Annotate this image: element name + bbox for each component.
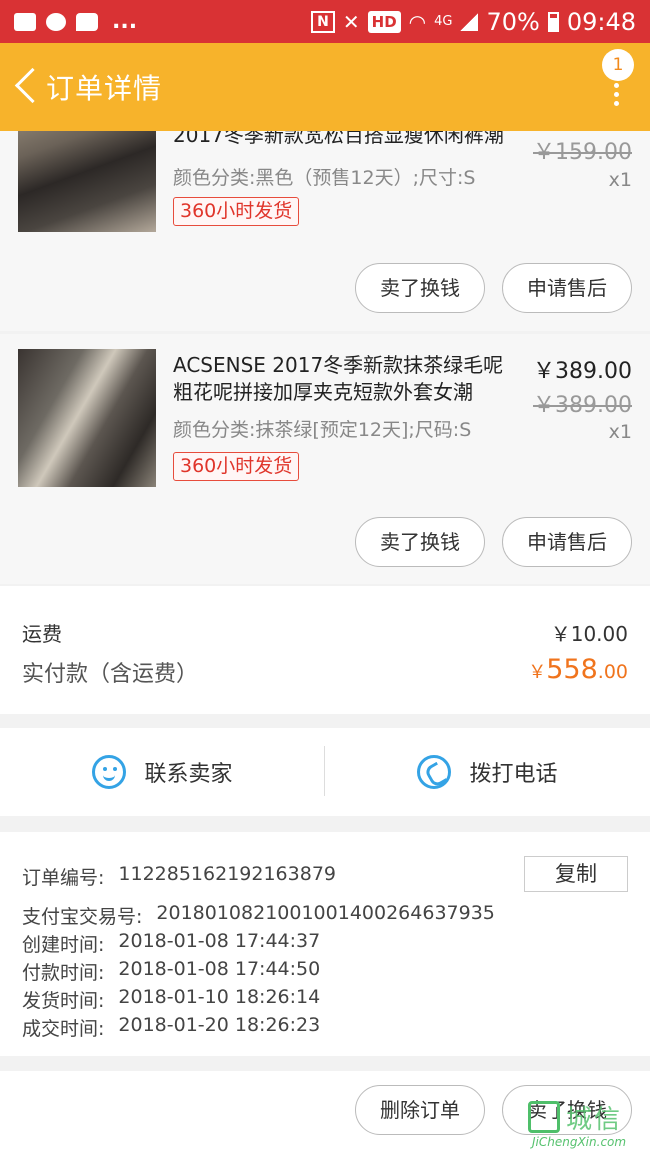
- original-price: ￥159.00: [533, 140, 632, 165]
- quantity: x1: [608, 421, 632, 443]
- back-arrow-icon[interactable]: [6, 43, 46, 131]
- contact-seller-label: 联系卖家: [144, 762, 233, 787]
- gallery-icon: [14, 12, 36, 31]
- status-bar: ... N ✕ HD ◠ 4G 70% 09:48: [0, 0, 650, 43]
- app-header: 订单详情 1: [0, 43, 650, 131]
- created-time-label: 创建时间:: [22, 934, 105, 956]
- order-detail-screen: ... N ✕ HD ◠ 4G 70% 09:48 订单详情 1 2017冬季新…: [0, 0, 650, 1155]
- order-number-row: 订单编号: 112285162192163879: [22, 863, 336, 890]
- sell-for-cash-button[interactable]: 卖了换钱: [355, 517, 485, 567]
- site-watermark: 城信 JiChengXin.com: [528, 1099, 644, 1151]
- chat-icon: [76, 12, 98, 31]
- order-number-label: 订单编号:: [22, 867, 105, 889]
- phone-icon: [417, 755, 452, 789]
- contact-seller-button[interactable]: 联系卖家: [0, 728, 325, 816]
- watermark-text: 城信: [566, 1105, 623, 1135]
- product-sku: 颜色分类:黑色（预售12天）;尺寸:S: [173, 167, 476, 189]
- paid-amount-decimal: .00: [597, 661, 628, 683]
- paid-time-label: 付款时间:: [22, 962, 105, 984]
- order-info: 订单编号: 112285162192163879 复制 支付宝交易号: 2018…: [0, 832, 650, 1056]
- product-image[interactable]: [18, 349, 156, 487]
- shipped-time-row: 发货时间: 2018-01-10 18:26:14: [22, 986, 320, 1013]
- alipay-number-row: 支付宝交易号: 2018010821001001400264637935: [22, 902, 495, 929]
- order-item[interactable]: 2017冬季新款宽松百搭显瘦休闲裤潮 ￥159.00 颜色分类:黑色（预售12天…: [0, 131, 650, 331]
- paid-time-value: 2018-01-08 17:44:50: [118, 958, 321, 980]
- shipped-time-label: 发货时间:: [22, 990, 105, 1012]
- headset-icon: [46, 12, 66, 31]
- watermark-logo-icon: [528, 1101, 560, 1133]
- shipping-fee-label: 运费: [22, 622, 62, 646]
- after-sale-button[interactable]: 申请售后: [502, 517, 632, 567]
- original-price: ￥389.00: [533, 393, 632, 418]
- page-title: 订单详情: [46, 72, 163, 105]
- battery-icon: [547, 11, 559, 32]
- order-content: 2017冬季新款宽松百搭显瘦休闲裤潮 ￥159.00 颜色分类:黑色（预售12天…: [0, 131, 650, 1155]
- copy-button[interactable]: 复制: [524, 856, 628, 892]
- product-title[interactable]: 2017冬季新款宽松百搭显瘦休闲裤潮: [173, 131, 513, 149]
- paid-amount-value: ￥558.00: [528, 654, 628, 685]
- contact-bar: 联系卖家 拨打电话: [0, 728, 650, 816]
- sell-for-cash-button[interactable]: 卖了换钱: [355, 263, 485, 313]
- closed-time-row: 成交时间: 2018-01-20 18:26:23: [22, 1014, 320, 1041]
- wifi-icon: ◠: [408, 9, 427, 34]
- delete-order-button[interactable]: 删除订单: [355, 1085, 485, 1135]
- alipay-number-value: 2018010821001001400264637935: [156, 902, 495, 924]
- product-title[interactable]: ACSENSE 2017冬季新款抹茶绿毛呢粗花呢拼接加厚夹克短款外套女潮: [173, 352, 513, 406]
- paid-time-row: 付款时间: 2018-01-08 17:44:50: [22, 958, 320, 985]
- created-time-value: 2018-01-08 17:44:37: [118, 930, 321, 952]
- quantity: x1: [608, 169, 632, 191]
- call-phone-button[interactable]: 拨打电话: [325, 728, 650, 816]
- order-number-value: 112285162192163879: [118, 863, 336, 885]
- hd-badge: HD: [367, 10, 401, 33]
- notification-icons: ...: [14, 9, 137, 34]
- closed-time-label: 成交时间:: [22, 1018, 105, 1040]
- clock: 09:48: [566, 7, 636, 36]
- watermark-url: JiChengXin.com: [532, 1135, 627, 1149]
- smile-chat-icon: [92, 755, 127, 789]
- after-sale-button[interactable]: 申请售后: [502, 263, 632, 313]
- shipping-tag: 360小时发货: [173, 197, 300, 226]
- closed-time-value: 2018-01-20 18:26:23: [118, 1014, 321, 1036]
- divider: [324, 746, 325, 796]
- more-notifications: ...: [112, 9, 138, 34]
- signal-icon: [460, 12, 479, 31]
- more-menu-icon[interactable]: [614, 83, 620, 107]
- currency-symbol: ￥: [528, 662, 547, 683]
- product-image[interactable]: [18, 131, 156, 232]
- product-sku: 颜色分类:抹茶绿[预定12天];尺码:S: [173, 419, 472, 441]
- shipping-fee-value: ￥10.00: [550, 622, 628, 646]
- battery-percent: 70%: [486, 7, 540, 36]
- nfc-icon: N: [311, 10, 335, 33]
- created-time-row: 创建时间: 2018-01-08 17:44:37: [22, 930, 320, 957]
- shipping-tag: 360小时发货: [173, 452, 300, 481]
- message-count-badge[interactable]: 1: [602, 49, 634, 81]
- fee-summary: 运费 ￥10.00 实付款（含运费） ￥558.00: [0, 586, 650, 714]
- current-price: ￥389.00: [533, 359, 632, 384]
- order-item[interactable]: ACSENSE 2017冬季新款抹茶绿毛呢粗花呢拼接加厚夹克短款外套女潮 ￥38…: [0, 334, 650, 584]
- alipay-number-label: 支付宝交易号:: [22, 906, 143, 928]
- call-phone-label: 拨打电话: [469, 762, 558, 787]
- mute-icon: ✕: [342, 9, 360, 34]
- network-type: 4G: [434, 14, 453, 29]
- paid-amount-integer: 558: [546, 654, 598, 685]
- system-icons: N ✕ HD ◠ 4G 70% 09:48: [311, 8, 636, 36]
- paid-amount-label: 实付款（含运费）: [22, 662, 199, 687]
- shipped-time-value: 2018-01-10 18:26:14: [118, 986, 321, 1008]
